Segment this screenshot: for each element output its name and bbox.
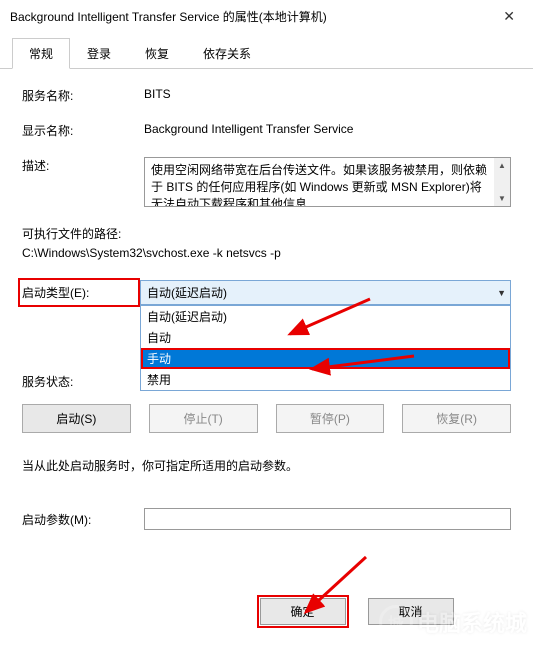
dropdown-option-auto-delayed[interactable]: 自动(延迟启动) [141, 306, 510, 327]
tab-bar: 常规 登录 恢复 依存关系 [0, 37, 533, 69]
close-icon[interactable]: ✕ [495, 6, 523, 27]
description-label: 描述: [22, 157, 144, 174]
tab-general[interactable]: 常规 [12, 38, 70, 69]
description-text[interactable]: 使用空闲网络带宽在后台传送文件。如果该服务被禁用，则依赖于 BITS 的任何应用… [144, 157, 511, 207]
service-name-label: 服务名称: [22, 87, 144, 104]
dropdown-option-manual[interactable]: 手动 [141, 348, 510, 369]
tab-recovery[interactable]: 恢复 [128, 38, 186, 69]
chevron-down-icon: ▼ [497, 288, 506, 298]
exe-path-label: 可执行文件的路径: [22, 225, 511, 242]
description-scrollbar[interactable]: ▲ ▼ [494, 158, 510, 206]
titlebar: Background Intelligent Transfer Service … [0, 0, 533, 33]
scroll-down-icon[interactable]: ▼ [496, 191, 508, 206]
display-name-value: Background Intelligent Transfer Service [144, 122, 511, 136]
display-name-label: 显示名称: [22, 122, 144, 139]
dropdown-selected[interactable]: 自动(延迟启动) ▼ [140, 280, 511, 305]
content-panel: 服务名称: BITS 显示名称: Background Intelligent … [0, 69, 533, 635]
startup-type-dropdown[interactable]: 自动(延迟启动) ▼ 自动(延迟启动) 自动 手动 禁用 [140, 280, 511, 305]
startup-params-hint: 当从此处启动服务时，你可指定所适用的启动参数。 [22, 457, 511, 474]
startup-params-label: 启动参数(M): [22, 511, 144, 528]
dropdown-list: 自动(延迟启动) 自动 手动 禁用 [140, 305, 511, 391]
resume-button: 恢复(R) [402, 404, 511, 433]
service-name-value: BITS [144, 87, 511, 101]
cancel-button[interactable]: 取消 [368, 598, 454, 625]
startup-type-label: 启动类型(E): [18, 278, 140, 307]
start-button[interactable]: 启动(S) [22, 404, 131, 433]
pause-button: 暂停(P) [276, 404, 385, 433]
dialog-buttons: 确定 取消 [22, 598, 511, 625]
ok-button[interactable]: 确定 [260, 598, 346, 625]
tab-dependencies[interactable]: 依存关系 [186, 38, 268, 69]
dropdown-option-disabled[interactable]: 禁用 [141, 369, 510, 390]
service-control-buttons: 启动(S) 停止(T) 暂停(P) 恢复(R) [22, 404, 511, 433]
tab-logon[interactable]: 登录 [70, 38, 128, 69]
watermark-url: WWW.DNXTC.NET [438, 637, 517, 647]
dropdown-option-auto[interactable]: 自动 [141, 327, 510, 348]
scroll-up-icon[interactable]: ▲ [496, 158, 508, 173]
service-state-label: 服务状态: [22, 373, 144, 390]
startup-params-input[interactable] [144, 508, 511, 530]
stop-button: 停止(T) [149, 404, 258, 433]
window-title: Background Intelligent Transfer Service … [10, 8, 327, 25]
exe-path-value: C:\Windows\System32\svchost.exe -k netsv… [22, 246, 511, 260]
